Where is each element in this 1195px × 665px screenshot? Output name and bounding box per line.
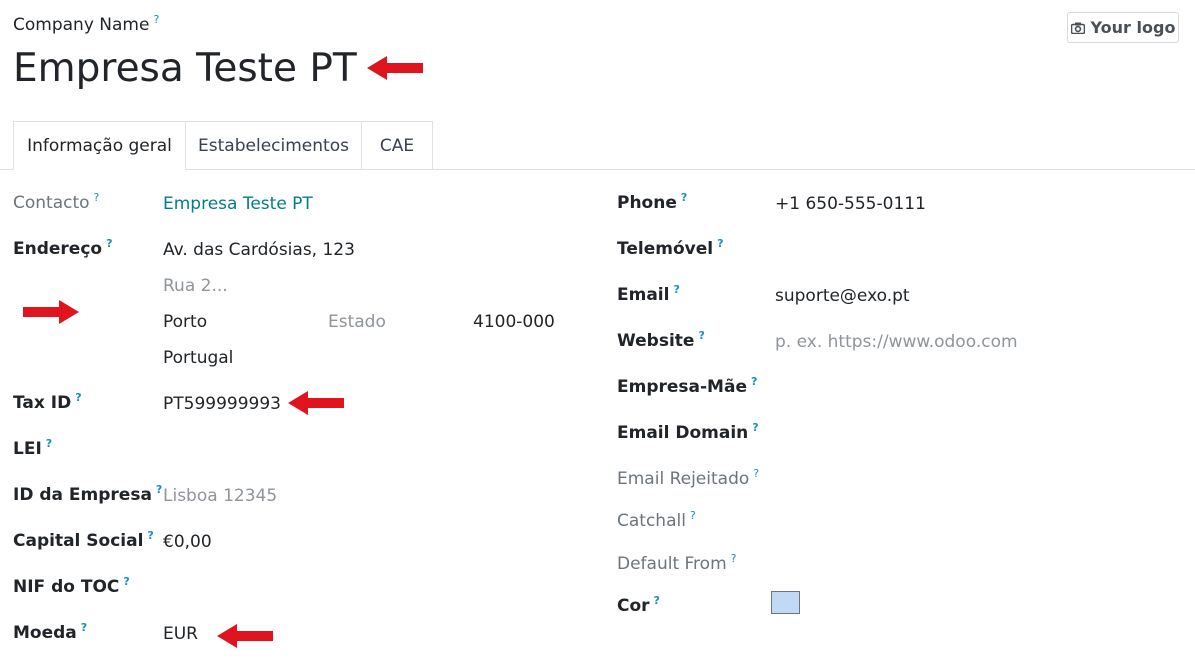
website-label: Website? (617, 329, 705, 351)
company-id-field[interactable]: Lisboa 12345 (163, 486, 277, 506)
help-icon[interactable]: ? (752, 421, 758, 434)
help-icon[interactable]: ? (153, 13, 159, 26)
annotation-arrow-left (367, 56, 423, 80)
help-icon[interactable]: ? (106, 237, 112, 250)
email-domain-label: Email Domain? (617, 421, 759, 443)
help-icon[interactable]: ? (75, 391, 81, 404)
help-icon[interactable]: ? (123, 575, 129, 588)
tab-cae[interactable]: CAE (362, 121, 433, 169)
moeda-label: Moeda? (13, 621, 88, 643)
street-field[interactable]: Av. das Cardósias, 123 (163, 240, 355, 260)
taxid-field[interactable]: PT599999993 (163, 394, 281, 414)
parent-company-label: Empresa-Mãe? (617, 375, 758, 397)
annotation-arrow-left (217, 624, 273, 648)
help-icon[interactable]: ? (690, 509, 696, 522)
mobile-label: Telemóvel? (617, 237, 724, 259)
help-icon[interactable]: ? (81, 621, 87, 634)
bounce-email-label: Email Rejeitado? (617, 467, 760, 489)
help-icon[interactable]: ? (654, 594, 660, 607)
catchall-label: Catchall? (617, 509, 696, 531)
capital-field[interactable]: €0,00 (163, 532, 212, 552)
phone-field[interactable]: +1 650-555-0111 (775, 194, 926, 214)
country-field[interactable]: Portugal (163, 348, 233, 368)
website-field[interactable]: p. ex. https://www.odoo.com (775, 332, 1018, 352)
help-icon[interactable]: ? (673, 283, 679, 296)
annotation-arrow-left (288, 391, 344, 415)
help-icon[interactable]: ? (698, 329, 704, 342)
capital-label: Capital Social? (13, 529, 154, 551)
street2-field[interactable]: Rua 2... (163, 276, 228, 296)
state-field[interactable]: Estado (328, 312, 386, 332)
tab-estabelecimentos[interactable]: Estabelecimentos (186, 121, 362, 169)
taxid-label: Tax ID? (13, 391, 82, 413)
lei-label: LEI? (13, 437, 53, 459)
help-icon[interactable]: ? (751, 375, 757, 388)
email-field[interactable]: suporte@exo.pt (775, 286, 910, 306)
company-name-field[interactable]: Empresa Teste PT (13, 44, 357, 94)
tab-bar: Informação geral Estabelecimentos CAE (0, 121, 1195, 170)
help-icon[interactable]: ? (94, 191, 100, 204)
help-icon[interactable]: ? (681, 191, 687, 204)
zip-field[interactable]: 4100-000 (473, 312, 555, 332)
phone-label: Phone? (617, 191, 688, 213)
city-field[interactable]: Porto (163, 312, 207, 332)
color-swatch[interactable] (771, 591, 800, 614)
help-icon[interactable]: ? (156, 483, 162, 496)
contacto-label: Contacto? (13, 191, 100, 213)
upload-logo-button[interactable]: Your logo (1067, 12, 1179, 43)
help-icon[interactable]: ? (717, 237, 723, 250)
annotation-arrow-right (23, 300, 79, 324)
camera-icon (1070, 22, 1085, 34)
company-id-label: ID da Empresa? (13, 483, 163, 505)
company-name-label: Company Name? (13, 13, 160, 35)
nif-toc-label: NIF do TOC? (13, 575, 130, 597)
help-icon[interactable]: ? (753, 467, 759, 480)
help-icon[interactable]: ? (46, 437, 52, 450)
moeda-field[interactable]: EUR (163, 624, 198, 644)
help-icon[interactable]: ? (147, 529, 153, 542)
email-label: Email? (617, 283, 680, 305)
help-icon[interactable]: ? (731, 552, 737, 565)
color-label: Cor? (617, 594, 660, 616)
contacto-link[interactable]: Empresa Teste PT (163, 194, 313, 214)
tab-informacao-geral[interactable]: Informação geral (13, 121, 186, 170)
default-from-label: Default From? (617, 552, 737, 574)
upload-logo-label: Your logo (1090, 18, 1176, 37)
endereco-label: Endereço? (13, 237, 113, 259)
